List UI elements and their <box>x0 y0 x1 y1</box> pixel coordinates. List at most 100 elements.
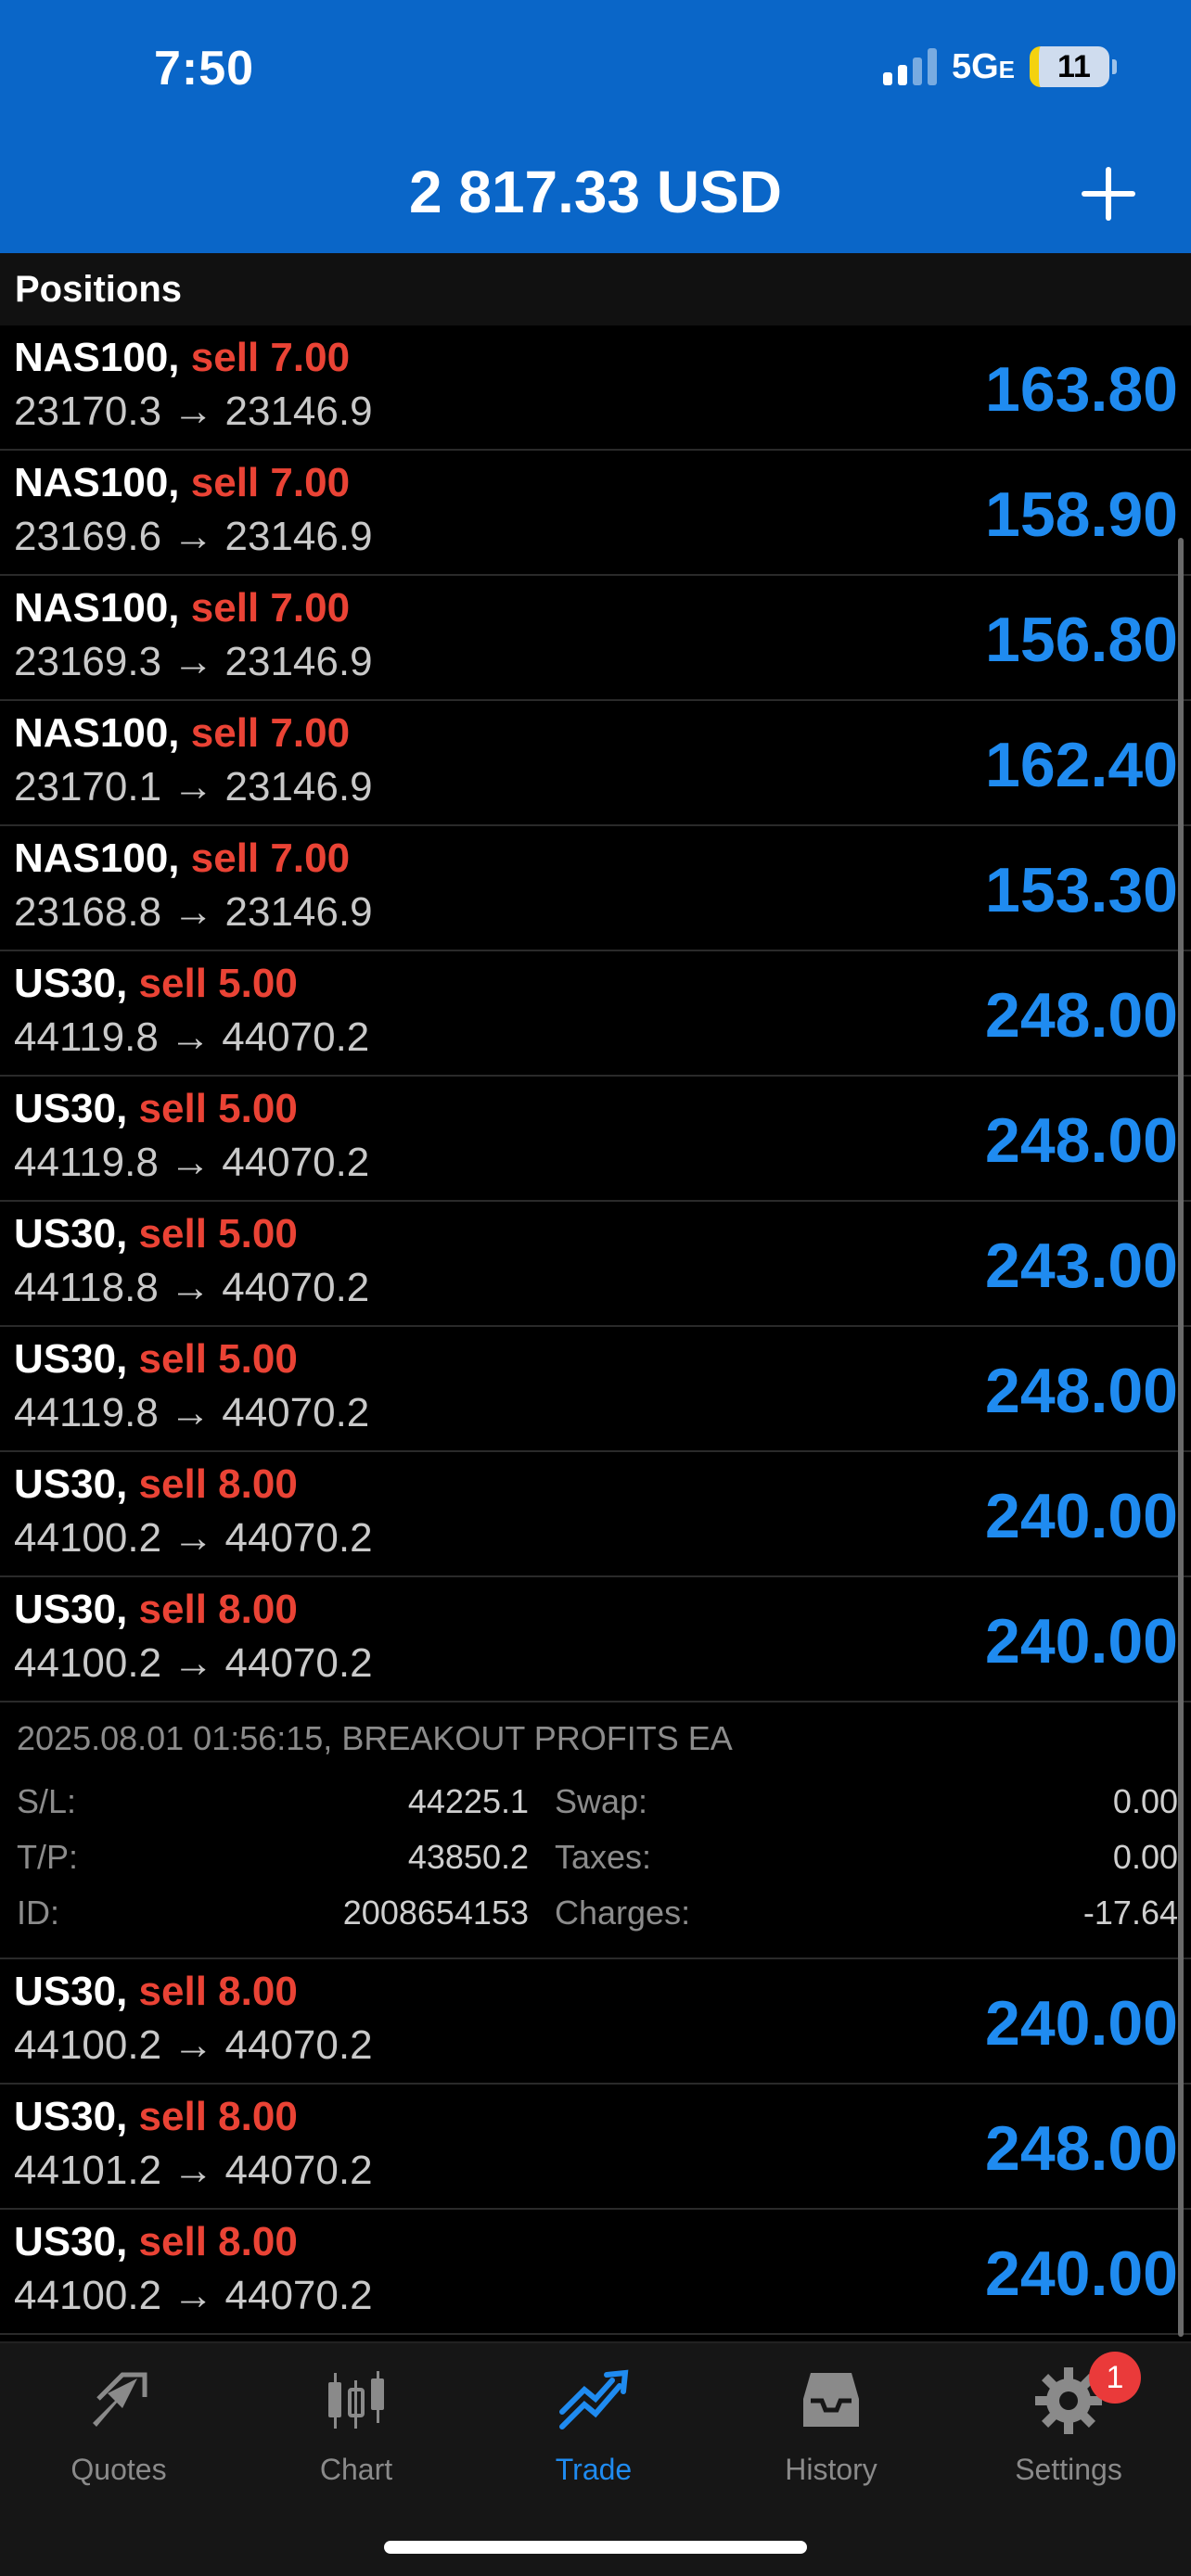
position-profit: 248.00 <box>985 2113 1178 2184</box>
position-symbol: NAS100, <box>14 460 180 505</box>
position-side-volume: sell 7.00 <box>190 335 351 380</box>
position-symbol: US30, <box>14 2219 128 2264</box>
status-indicators: 5GE 11 <box>882 46 1117 87</box>
position-title: US30, sell 8.00 <box>14 2094 298 2140</box>
position-title: US30, sell 8.00 <box>14 1969 298 2015</box>
position-title: NAS100, sell 7.00 <box>14 460 350 506</box>
position-row[interactable]: US30, sell 5.00 44119.8 → 44070.2 248.00 <box>0 1077 1191 1202</box>
position-title: US30, sell 8.00 <box>14 2219 298 2265</box>
position-title: NAS100, sell 7.00 <box>14 585 350 631</box>
position-symbol: US30, <box>14 1336 128 1382</box>
position-title: US30, sell 8.00 <box>14 1587 298 1633</box>
position-title: NAS100, sell 7.00 <box>14 710 350 757</box>
position-side-volume: sell 8.00 <box>138 2094 298 2139</box>
home-indicator[interactable] <box>384 2541 807 2554</box>
charges-label: Charges: <box>555 1894 691 1932</box>
position-side-volume: sell 7.00 <box>190 460 351 505</box>
position-profit: 243.00 <box>985 1231 1178 1301</box>
position-symbol: NAS100, <box>14 335 180 380</box>
position-row[interactable]: US30, sell 8.00 44100.2 → 44070.2 240.00 <box>0 1577 1191 1702</box>
position-prices: 44119.8 → 44070.2 <box>14 1140 370 1185</box>
network-type: 5GE <box>951 46 1015 86</box>
position-profit: 240.00 <box>985 2238 1178 2309</box>
sl-label: S/L: <box>17 1782 77 1820</box>
position-symbol: US30, <box>14 1211 128 1256</box>
position-profit: 158.90 <box>985 479 1178 550</box>
position-profit: 156.80 <box>985 605 1178 675</box>
position-row[interactable]: NAS100, sell 7.00 23170.3 → 23146.9 163.80 <box>0 325 1191 451</box>
position-prices: 44118.8 → 44070.2 <box>14 1265 370 1310</box>
position-symbol: US30, <box>14 1587 128 1632</box>
tp-value: 43850.2 <box>407 1838 529 1876</box>
position-prices: 44101.2 → 44070.2 <box>14 2148 373 2193</box>
position-profit: 153.30 <box>985 855 1178 925</box>
position-symbol: US30, <box>14 1969 128 2014</box>
sl-value: 44225.1 <box>407 1782 529 1820</box>
position-row[interactable]: US30, sell 8.00 44100.2 → 44070.2 240.00 <box>0 2210 1191 2335</box>
position-row[interactable]: US30, sell 8.00 44100.2 → 44070.2 240.00 <box>0 1959 1191 2085</box>
position-profit: 240.00 <box>985 1481 1178 1551</box>
position-title: NAS100, sell 7.00 <box>14 335 350 381</box>
tab-history[interactable]: History <box>712 2362 950 2487</box>
position-side-volume: sell 7.00 <box>190 835 351 881</box>
position-prices: 44100.2 → 44070.2 <box>14 2022 373 2068</box>
position-row[interactable]: NAS100, sell 7.00 23169.6 → 23146.9 158.90 <box>0 451 1191 576</box>
position-row[interactable]: US30, sell 5.00 44119.8 → 44070.2 248.00 <box>0 1327 1191 1452</box>
charges-value: -17.64 <box>1082 1894 1178 1932</box>
position-side-volume: sell 8.00 <box>138 1587 298 1632</box>
status-time: 7:50 <box>154 42 255 96</box>
taxes-value: 0.00 <box>1112 1838 1178 1876</box>
candlestick-chart-icon <box>328 2371 384 2429</box>
position-prices: 44119.8 → 44070.2 <box>14 1014 370 1060</box>
position-row[interactable]: NAS100, sell 7.00 23168.8 → 23146.9 153.30 <box>0 826 1191 951</box>
position-profit: 248.00 <box>985 980 1178 1051</box>
position-side-volume: sell 8.00 <box>138 1461 298 1507</box>
position-row[interactable]: NAS100, sell 7.00 23169.3 → 23146.9 156.80 <box>0 576 1191 701</box>
position-prices: 23169.3 → 23146.9 <box>14 639 373 684</box>
position-row[interactable]: US30, sell 8.00 44101.2 → 44070.2 248.00 <box>0 2085 1191 2210</box>
position-title: NAS100, sell 7.00 <box>14 835 350 882</box>
tab-settings[interactable]: Settings <box>950 2362 1187 2487</box>
position-symbol: US30, <box>14 1461 128 1507</box>
swap-value: 0.00 <box>1112 1782 1178 1820</box>
quotes-icon <box>93 2372 147 2427</box>
position-prices: 44100.2 → 44070.2 <box>14 1515 373 1561</box>
position-title: US30, sell 8.00 <box>14 1461 298 1508</box>
position-symbol: NAS100, <box>14 835 180 881</box>
inbox-icon <box>803 2373 859 2427</box>
position-profit: 248.00 <box>985 1105 1178 1176</box>
position-title: US30, sell 5.00 <box>14 1211 298 1257</box>
add-order-button[interactable] <box>1072 158 1143 228</box>
battery-icon: 11 <box>1030 46 1117 87</box>
position-details[interactable]: 2025.08.01 01:56:15, BREAKOUT PROFITS EA… <box>0 1702 1191 1959</box>
position-row[interactable]: US30, sell 8.00 44100.2 → 44070.2 240.00 <box>0 1452 1191 1577</box>
position-row[interactable]: US30, sell 5.00 44118.8 → 44070.2 243.00 <box>0 1202 1191 1327</box>
id-label: ID: <box>17 1894 60 1932</box>
position-side-volume: sell 7.00 <box>190 585 351 631</box>
position-row[interactable]: NAS100, sell 7.00 23170.1 → 23146.9 162.40 <box>0 701 1191 826</box>
taxes-label: Taxes: <box>555 1838 652 1876</box>
position-prices: 23168.8 → 23146.9 <box>14 889 373 935</box>
cellular-signal-icon <box>882 48 937 85</box>
tab-trade[interactable]: Trade <box>475 2362 712 2487</box>
tp-label: T/P: <box>17 1838 79 1876</box>
position-prices: 44100.2 → 44070.2 <box>14 2273 373 2318</box>
position-symbol: NAS100, <box>14 585 180 631</box>
tab-chart[interactable]: Chart <box>237 2362 475 2487</box>
position-profit: 240.00 <box>985 1606 1178 1677</box>
tab-quotes[interactable]: Quotes <box>0 2362 237 2487</box>
positions-list: NAS100, sell 7.00 23170.3 → 23146.9 163.80… <box>0 325 1191 2335</box>
position-title: US30, sell 5.00 <box>14 1336 298 1383</box>
position-prices: 44119.8 → 44070.2 <box>14 1390 370 1435</box>
position-side-volume: sell 8.00 <box>138 2219 298 2264</box>
position-side-volume: sell 7.00 <box>190 710 351 756</box>
position-row[interactable]: US30, sell 5.00 44119.8 → 44070.2 248.00 <box>0 951 1191 1077</box>
position-side-volume: sell 5.00 <box>138 961 298 1006</box>
position-side-volume: sell 5.00 <box>138 1211 298 1256</box>
header: 7:50 5GE 11 2 817.33 USD <box>0 0 1191 253</box>
position-symbol: US30, <box>14 1086 128 1131</box>
position-symbol: NAS100, <box>14 710 180 756</box>
scrollbar[interactable] <box>1178 538 1184 2337</box>
position-prices: 44100.2 → 44070.2 <box>14 1640 373 1686</box>
swap-label: Swap: <box>555 1782 648 1820</box>
